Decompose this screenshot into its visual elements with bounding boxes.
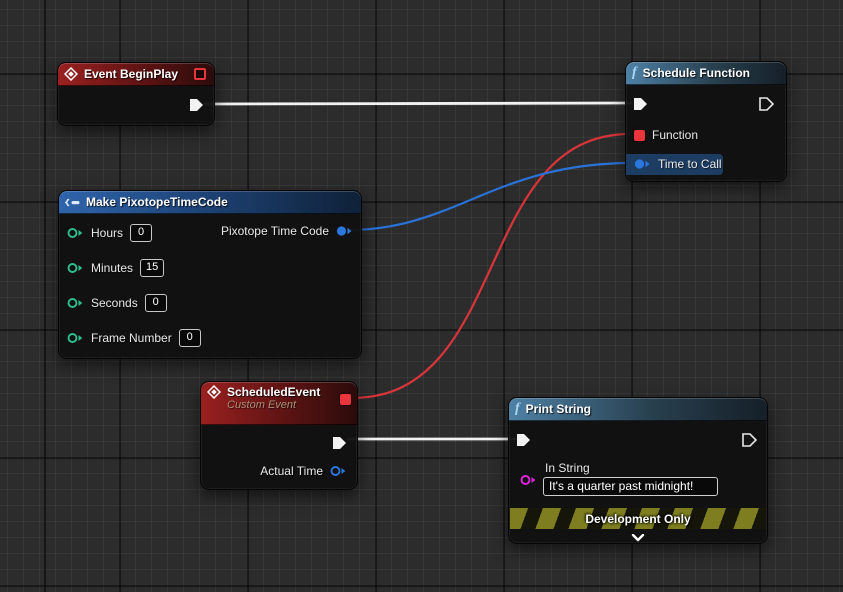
int-pin-icon bbox=[67, 332, 84, 344]
int-pin-icon bbox=[67, 227, 84, 239]
exec-in-pin[interactable] bbox=[633, 94, 648, 114]
pixotope-time-code-output-pin[interactable]: Pixotope Time Code bbox=[221, 221, 353, 241]
exec-pin-icon bbox=[759, 97, 774, 111]
node-header[interactable]: ScheduledEvent Custom Event bbox=[201, 382, 357, 425]
struct-pin-icon bbox=[330, 465, 347, 477]
exec-pin-icon bbox=[516, 433, 531, 447]
hours-input-pin[interactable]: Hours 0 bbox=[67, 223, 152, 243]
int-pin-icon bbox=[67, 262, 84, 274]
frame-number-value-field[interactable]: 0 bbox=[179, 329, 201, 347]
hours-value-field[interactable]: 0 bbox=[130, 224, 152, 242]
node-schedule-function[interactable]: f Schedule Function Function Time to Cal… bbox=[625, 61, 787, 182]
pin-label: Minutes bbox=[91, 261, 133, 275]
seconds-value-field[interactable]: 0 bbox=[145, 294, 167, 312]
exec-pin-icon bbox=[633, 97, 648, 111]
node-scheduledevent[interactable]: ScheduledEvent Custom Event Actual Time bbox=[200, 381, 358, 490]
banner-label: Development Only bbox=[585, 512, 690, 526]
pin-label: Function bbox=[652, 128, 698, 142]
actual-time-output-pin[interactable]: Actual Time bbox=[260, 461, 347, 481]
node-title: Print String bbox=[526, 402, 591, 416]
frame-number-input-pin[interactable]: Frame Number 0 bbox=[67, 328, 201, 348]
node-title: Make PixotopeTimeCode bbox=[86, 195, 228, 209]
struct-pin-icon bbox=[336, 225, 353, 237]
node-header[interactable]: Event BeginPlay bbox=[58, 63, 214, 86]
time-to-call-input-pin[interactable]: Time to Call bbox=[634, 154, 722, 174]
node-event-beginplay[interactable]: Event BeginPlay bbox=[57, 62, 215, 126]
minutes-value-field[interactable]: 15 bbox=[140, 259, 164, 277]
event-diamond-icon bbox=[207, 385, 221, 399]
exec-out-pin[interactable] bbox=[759, 94, 774, 114]
pin-label: Actual Time bbox=[260, 464, 323, 478]
delegate-pin-icon bbox=[634, 130, 645, 141]
make-struct-icon bbox=[65, 196, 80, 209]
delegate-pin-unconnected[interactable] bbox=[194, 68, 206, 80]
function-input-pin[interactable]: Function bbox=[634, 125, 698, 145]
exec-in-pin[interactable] bbox=[516, 430, 531, 450]
in-string-value-field[interactable]: It's a quarter past midnight! bbox=[543, 477, 718, 496]
node-subtitle: Custom Event bbox=[227, 399, 296, 411]
exec-pin-icon bbox=[742, 433, 757, 447]
pin-label: Seconds bbox=[91, 296, 138, 310]
exec-out-pin[interactable] bbox=[332, 433, 347, 453]
pin-label: Frame Number bbox=[91, 331, 172, 345]
blueprint-canvas[interactable]: Event BeginPlay f Schedule Function bbox=[0, 0, 843, 592]
exec-wire-beginplay-to-schedule[interactable] bbox=[204, 103, 632, 104]
struct-wire-timecode-to-timetocall[interactable] bbox=[348, 163, 632, 230]
event-diamond-icon bbox=[64, 67, 78, 81]
exec-pin-icon bbox=[189, 98, 204, 112]
delegate-wire-scheduledevent-to-function[interactable] bbox=[352, 134, 630, 398]
node-title: Event BeginPlay bbox=[84, 67, 178, 81]
function-icon: f bbox=[632, 66, 637, 80]
function-icon: f bbox=[515, 402, 520, 416]
node-print-string[interactable]: f Print String In String It's a quarter … bbox=[508, 397, 768, 544]
node-title: Schedule Function bbox=[643, 66, 750, 80]
pin-label: Hours bbox=[91, 226, 123, 240]
delegate-out-pin[interactable] bbox=[340, 394, 351, 405]
exec-out-pin[interactable] bbox=[742, 430, 757, 450]
seconds-input-pin[interactable]: Seconds 0 bbox=[67, 293, 167, 313]
node-header[interactable]: f Print String bbox=[509, 398, 767, 421]
development-only-banner: Development Only bbox=[510, 508, 766, 529]
int-pin-icon bbox=[67, 297, 84, 309]
minutes-input-pin[interactable]: Minutes 15 bbox=[67, 258, 164, 278]
exec-pin-icon bbox=[332, 436, 347, 450]
node-make-pixotopetimecode[interactable]: Make PixotopeTimeCode Hours 0 Minutes 15… bbox=[58, 190, 362, 359]
collapse-chevron-icon[interactable] bbox=[631, 529, 645, 547]
pin-label: Pixotope Time Code bbox=[221, 224, 329, 238]
node-header[interactable]: Make PixotopeTimeCode bbox=[59, 191, 361, 214]
string-pin-icon[interactable] bbox=[520, 474, 537, 486]
pin-label: In String bbox=[545, 461, 590, 475]
node-header[interactable]: f Schedule Function bbox=[626, 62, 786, 85]
struct-pin-icon bbox=[634, 158, 651, 170]
node-title: ScheduledEvent bbox=[227, 385, 320, 399]
pin-label: Time to Call bbox=[658, 157, 722, 171]
exec-out-pin[interactable] bbox=[189, 95, 204, 115]
